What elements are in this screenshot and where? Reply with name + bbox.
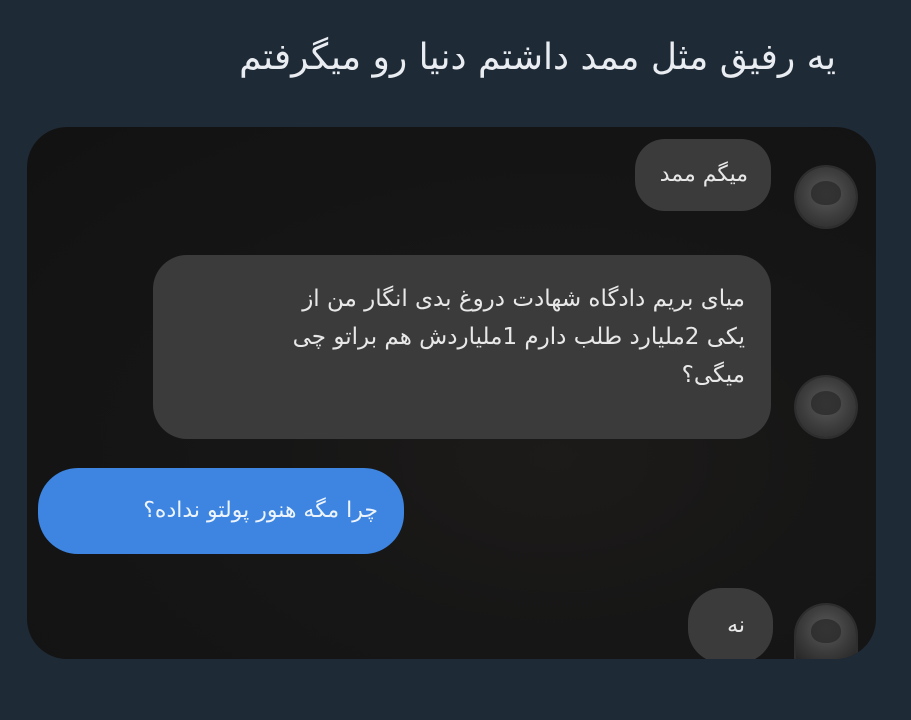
message-line: یکی 2ملیارد طلب دارم 1ملیاردش هم براتو چ… (292, 324, 745, 350)
message-bubble-incoming: میای بریم دادگاه شهادت دروغ بدی انگار من… (153, 255, 771, 439)
avatar-image (811, 619, 841, 643)
message-line: میگی؟ (681, 362, 745, 388)
avatar-image (811, 181, 841, 205)
caption-text: یه رفیق مثل ممد داشتم دنیا رو میگرفتم (239, 37, 836, 78)
message-line: میای بریم دادگاه شهادت دروغ بدی انگار من… (302, 286, 745, 312)
message-bubble-incoming: میگم ممد (635, 139, 771, 211)
avatar-image (811, 391, 841, 415)
avatar (796, 167, 856, 227)
message-bubble-outgoing: چرا مگه هنور پولتو نداده؟ (38, 468, 404, 554)
message-bubble-incoming: نه (688, 588, 773, 659)
chat-screenshot: میگم ممد میای بریم دادگاه شهادت دروغ بدی… (27, 127, 876, 659)
meme-page: یه رفیق مثل ممد داشتم دنیا رو میگرفتم می… (0, 0, 911, 720)
avatar (796, 605, 856, 659)
avatar (796, 377, 856, 437)
